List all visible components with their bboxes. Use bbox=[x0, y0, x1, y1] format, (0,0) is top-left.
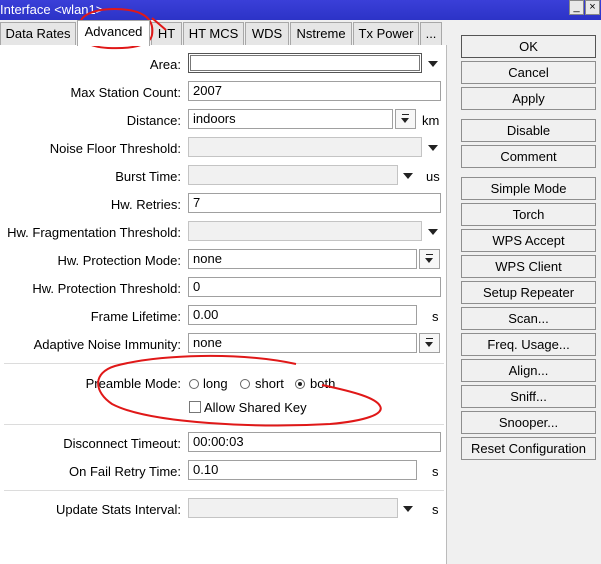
distance-field[interactable]: indoors bbox=[188, 109, 393, 129]
hw-protection-threshold-label: Hw. Protection Threshold: bbox=[32, 281, 181, 296]
scan-button[interactable]: Scan... bbox=[461, 307, 596, 330]
noise-floor-dropdown-arrow-icon[interactable] bbox=[428, 145, 438, 151]
advanced-panel: Area: Max Station Count: 2007 Distance: … bbox=[0, 45, 447, 564]
apply-button[interactable]: Apply bbox=[461, 87, 596, 110]
close-button[interactable]: × bbox=[585, 0, 600, 15]
allow-shared-key-label: Allow Shared Key bbox=[204, 400, 307, 415]
tab-more[interactable]: ... bbox=[420, 22, 442, 45]
allow-shared-key-checkbox[interactable] bbox=[189, 401, 201, 413]
area-dropdown-arrow-icon[interactable] bbox=[428, 61, 438, 67]
tab-nstreme[interactable]: Nstreme bbox=[290, 22, 352, 45]
section-divider bbox=[4, 363, 444, 364]
update-stats-interval-label: Update Stats Interval: bbox=[55, 502, 181, 517]
window-titlebar: Interface <wlan1> _ × bbox=[0, 0, 601, 20]
hw-protection-mode-dropdown-icon[interactable] bbox=[419, 249, 440, 269]
preamble-both-radio[interactable] bbox=[295, 379, 305, 389]
cancel-button[interactable]: Cancel bbox=[461, 61, 596, 84]
disconnect-timeout-label: Disconnect Timeout: bbox=[63, 436, 181, 451]
on-fail-retry-time-unit: s bbox=[432, 464, 439, 479]
hw-retries-field[interactable]: 7 bbox=[188, 193, 441, 213]
preamble-short-radio[interactable] bbox=[240, 379, 250, 389]
setup-repeater-button[interactable]: Setup Repeater bbox=[461, 281, 596, 304]
minimize-button[interactable]: _ bbox=[569, 0, 584, 15]
burst-time-field[interactable] bbox=[188, 165, 398, 185]
align-button[interactable]: Align... bbox=[461, 359, 596, 382]
area-label: Area: bbox=[149, 57, 181, 72]
frame-lifetime-field[interactable]: 0.00 bbox=[188, 305, 417, 325]
adaptive-noise-immunity-dropdown-icon[interactable] bbox=[419, 333, 440, 353]
disable-button[interactable]: Disable bbox=[461, 119, 596, 142]
preamble-both-label: both bbox=[310, 376, 336, 391]
section-divider bbox=[4, 490, 444, 491]
tab-advanced[interactable]: Advanced bbox=[77, 20, 150, 46]
max-station-count-field[interactable]: 2007 bbox=[188, 81, 441, 101]
tab-ht-mcs[interactable]: HT MCS bbox=[183, 22, 244, 45]
tab-ht[interactable]: HT bbox=[151, 22, 182, 45]
distance-dropdown-icon[interactable] bbox=[395, 109, 416, 129]
noise-floor-threshold-label: Noise Floor Threshold: bbox=[49, 141, 181, 156]
hw-protection-mode-label: Hw. Protection Mode: bbox=[57, 253, 181, 268]
tab-wds[interactable]: WDS bbox=[245, 22, 289, 45]
preamble-long-label: long bbox=[203, 376, 228, 391]
wps-accept-button[interactable]: WPS Accept bbox=[461, 229, 596, 252]
on-fail-retry-time-label: On Fail Retry Time: bbox=[69, 464, 181, 479]
sniff-button[interactable]: Sniff... bbox=[461, 385, 596, 408]
preamble-mode-label: Preamble Mode: bbox=[85, 376, 181, 391]
hw-protection-threshold-field[interactable]: 0 bbox=[188, 277, 441, 297]
torch-button[interactable]: Torch bbox=[461, 203, 596, 226]
max-station-count-label: Max Station Count: bbox=[70, 85, 181, 100]
hw-protection-mode-field[interactable]: none bbox=[188, 249, 417, 269]
section-divider bbox=[4, 424, 444, 425]
comment-button[interactable]: Comment bbox=[461, 145, 596, 168]
frame-lifetime-unit: s bbox=[432, 309, 439, 324]
simple-mode-button[interactable]: Simple Mode bbox=[461, 177, 596, 200]
hw-fragmentation-threshold-label: Hw. Fragmentation Threshold: bbox=[7, 225, 181, 240]
freq-usage-button[interactable]: Freq. Usage... bbox=[461, 333, 596, 356]
burst-time-dropdown-arrow-icon[interactable] bbox=[403, 173, 413, 179]
distance-unit: km bbox=[422, 113, 440, 128]
hw-retries-label: Hw. Retries: bbox=[110, 197, 181, 212]
on-fail-retry-time-field[interactable]: 0.10 bbox=[188, 460, 417, 480]
wps-client-button[interactable]: WPS Client bbox=[461, 255, 596, 278]
disconnect-timeout-field[interactable]: 00:00:03 bbox=[188, 432, 441, 452]
ok-button[interactable]: OK bbox=[461, 35, 596, 58]
burst-time-unit: us bbox=[426, 169, 440, 184]
update-stats-dropdown-arrow-icon[interactable] bbox=[403, 506, 413, 512]
hw-fragmentation-threshold-field[interactable] bbox=[188, 221, 422, 241]
window-title: Interface <wlan1> bbox=[0, 2, 104, 17]
noise-floor-threshold-field[interactable] bbox=[188, 137, 422, 157]
distance-label: Distance: bbox=[126, 113, 181, 128]
adaptive-noise-immunity-field[interactable]: none bbox=[188, 333, 417, 353]
update-stats-interval-unit: s bbox=[432, 502, 439, 517]
update-stats-interval-field[interactable] bbox=[188, 498, 398, 518]
reset-configuration-button[interactable]: Reset Configuration bbox=[461, 437, 596, 460]
area-field[interactable] bbox=[188, 53, 422, 73]
snooper-button[interactable]: Snooper... bbox=[461, 411, 596, 434]
burst-time-label: Burst Time: bbox=[115, 169, 181, 184]
tab-data-rates[interactable]: Data Rates bbox=[0, 22, 76, 45]
preamble-short-label: short bbox=[255, 376, 284, 391]
frame-lifetime-label: Frame Lifetime: bbox=[90, 309, 181, 324]
tab-bar: Data Rates Advanced HT HT MCS WDS Nstrem… bbox=[0, 20, 445, 46]
hw-fragmentation-dropdown-arrow-icon[interactable] bbox=[428, 229, 438, 235]
adaptive-noise-immunity-label: Adaptive Noise Immunity: bbox=[33, 337, 181, 352]
tab-tx-power[interactable]: Tx Power bbox=[353, 22, 419, 45]
preamble-long-radio[interactable] bbox=[189, 379, 199, 389]
